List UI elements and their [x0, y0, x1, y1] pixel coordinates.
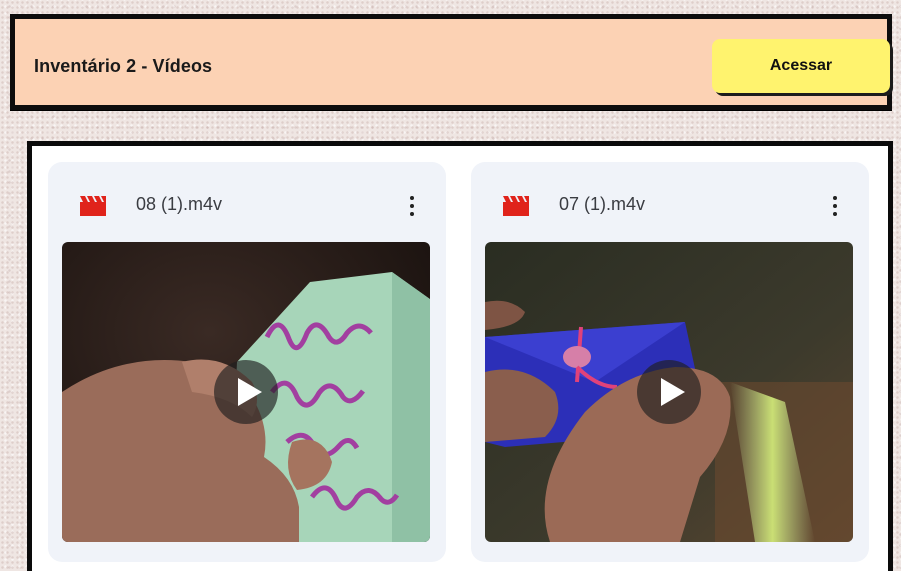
- play-icon: [661, 378, 685, 406]
- video-card[interactable]: 07 (1).m4v: [471, 162, 869, 562]
- video-file-name: 08 (1).m4v: [136, 194, 223, 214]
- page-title: Inventário 2 - Vídeos: [34, 56, 213, 76]
- video-thumbnail[interactable]: [62, 242, 430, 542]
- video-panel: 08 (1).m4v 07 (1).m4v: [27, 141, 893, 571]
- play-icon: [238, 378, 262, 406]
- play-button[interactable]: [637, 360, 701, 424]
- access-button[interactable]: Acessar: [712, 39, 890, 93]
- video-file-name: 07 (1).m4v: [559, 194, 646, 214]
- more-vertical-icon[interactable]: [400, 188, 424, 224]
- more-vertical-icon[interactable]: [823, 188, 847, 224]
- play-button[interactable]: [214, 360, 278, 424]
- video-file-icon: [80, 196, 106, 216]
- header-bar: Inventário 2 - Vídeos Acessar: [10, 14, 892, 110]
- video-file-icon: [503, 196, 529, 216]
- video-thumbnail[interactable]: [485, 242, 853, 542]
- video-card[interactable]: 08 (1).m4v: [48, 162, 446, 562]
